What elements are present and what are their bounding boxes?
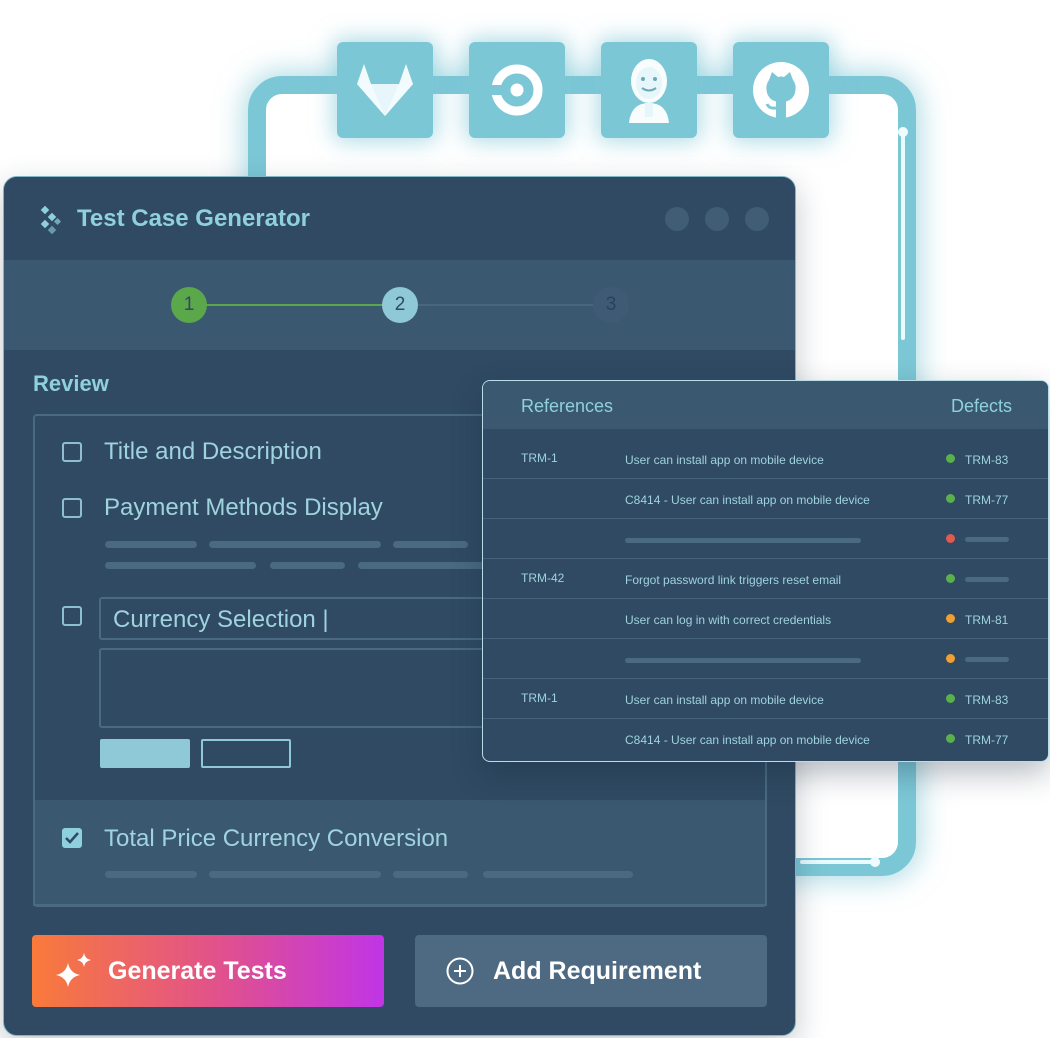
table-row[interactable]: [483, 638, 1048, 679]
table-row[interactable]: TRM-1 User can install app on mobile dev…: [483, 678, 1048, 719]
reference-id: TRM-1: [521, 691, 558, 705]
status-dot-green: [946, 574, 955, 583]
references-column-header: References: [521, 396, 614, 416]
add-requirement-label: Add Requirement: [493, 956, 702, 985]
save-button[interactable]: [100, 739, 190, 768]
integration-jenkins[interactable]: [601, 42, 697, 138]
title-bar: Test Case Generator: [4, 177, 795, 260]
placeholder-line: [105, 541, 197, 548]
step-2[interactable]: 2: [382, 287, 418, 323]
status-dot-orange: [946, 614, 955, 623]
reference-description: User can install app on mobile device: [625, 453, 824, 467]
defect-link[interactable]: TRM-81: [965, 613, 1008, 627]
stepper: 1 2 3: [4, 260, 795, 350]
requirement-label: Total Price Currency Conversion: [104, 825, 449, 852]
status-dot-green: [946, 694, 955, 703]
placeholder-line: [209, 871, 381, 878]
app-logo-icon: [40, 205, 62, 235]
defect-link[interactable]: TRM-83: [965, 453, 1008, 467]
generate-tests-button[interactable]: Generate Tests: [32, 935, 384, 1007]
requirement-row-selected: [33, 800, 767, 906]
placeholder-line: [105, 562, 256, 569]
review-heading: Review: [33, 371, 109, 396]
table-row[interactable]: C8414 - User can install app on mobile d…: [483, 718, 1048, 759]
step-connector-complete: [206, 304, 384, 306]
app-title: Test Case Generator: [77, 205, 310, 232]
defect-link[interactable]: TRM-77: [965, 733, 1008, 747]
window-control-close[interactable]: [745, 207, 769, 231]
defect-link[interactable]: TRM-77: [965, 493, 1008, 507]
step-1[interactable]: 1: [171, 287, 207, 323]
reference-description: C8414 - User can install app on mobile d…: [625, 493, 870, 507]
status-dot-green: [946, 494, 955, 503]
status-dot-green: [946, 454, 955, 463]
cancel-button[interactable]: [201, 739, 291, 768]
step-connector-upcoming: [418, 304, 596, 306]
placeholder-line: [483, 871, 633, 878]
placeholder-line: [625, 658, 861, 663]
checkmark-icon: [65, 832, 79, 844]
requirement-label: Title and Description: [104, 438, 322, 465]
placeholder-line: [393, 871, 468, 878]
window-control-maximize[interactable]: [705, 207, 729, 231]
placeholder-line: [270, 562, 345, 569]
checkbox-payment-methods[interactable]: [62, 498, 82, 518]
table-row[interactable]: C8414 - User can install app on mobile d…: [483, 478, 1048, 519]
requirement-description-input[interactable]: [99, 648, 499, 728]
gitlab-icon: [357, 64, 413, 116]
requirement-title-value: Currency Selection |: [113, 606, 329, 633]
checkbox-total-price-conversion[interactable]: [62, 828, 82, 848]
integration-circleci[interactable]: [469, 42, 565, 138]
placeholder-line: [209, 541, 381, 548]
pipeline-node: [898, 127, 908, 137]
status-dot-green: [946, 734, 955, 743]
reference-id: TRM-42: [521, 571, 565, 585]
reference-description: C8414 - User can install app on mobile d…: [625, 733, 870, 747]
integration-github[interactable]: [733, 42, 829, 138]
placeholder-line: [965, 537, 1009, 542]
status-dot-orange: [946, 654, 955, 663]
table-row[interactable]: [483, 518, 1048, 559]
placeholder-line: [358, 562, 488, 569]
reference-id: TRM-1: [521, 451, 558, 465]
placeholder-line: [965, 657, 1009, 662]
checkbox-currency-selection[interactable]: [62, 606, 82, 626]
references-header: References Defects: [483, 381, 1048, 429]
placeholder-line: [105, 871, 197, 878]
add-requirement-button[interactable]: Add Requirement: [415, 935, 767, 1007]
circleci-icon: [490, 64, 543, 116]
references-panel: References Defects TRM-1 User can instal…: [482, 380, 1049, 762]
requirement-label: Payment Methods Display: [104, 494, 383, 521]
table-row[interactable]: TRM-1 User can install app on mobile dev…: [483, 439, 1048, 479]
reference-description: Forgot password link triggers reset emai…: [625, 573, 842, 587]
placeholder-line: [393, 541, 468, 548]
integration-gitlab[interactable]: [337, 42, 433, 138]
github-icon: [753, 62, 809, 118]
reference-description: User can install app on mobile device: [625, 693, 824, 707]
checkbox-title-description[interactable]: [62, 442, 82, 462]
defects-column-header: Defects: [950, 396, 1012, 416]
table-row[interactable]: TRM-42 Forgot password link triggers res…: [483, 558, 1048, 599]
status-dot-red: [946, 534, 955, 543]
requirement-title-input[interactable]: Currency Selection |: [99, 597, 499, 640]
defect-link[interactable]: TRM-83: [965, 693, 1008, 707]
placeholder-line: [965, 577, 1009, 582]
table-row[interactable]: User can log in with correct credentials…: [483, 598, 1048, 639]
placeholder-line: [625, 538, 861, 543]
pipeline-highlight-vertical: [901, 130, 905, 340]
reference-description: User can log in with correct credentials: [625, 613, 832, 627]
jenkins-icon: [629, 59, 669, 123]
pipeline-node: [870, 857, 880, 867]
step-3[interactable]: 3: [593, 287, 629, 323]
generate-tests-label: Generate Tests: [108, 956, 287, 985]
sparkle-icon: [56, 953, 91, 987]
pipeline-highlight-horizontal: [800, 860, 876, 864]
window-control-minimize[interactable]: [665, 207, 689, 231]
plus-circle-icon: [446, 957, 474, 985]
